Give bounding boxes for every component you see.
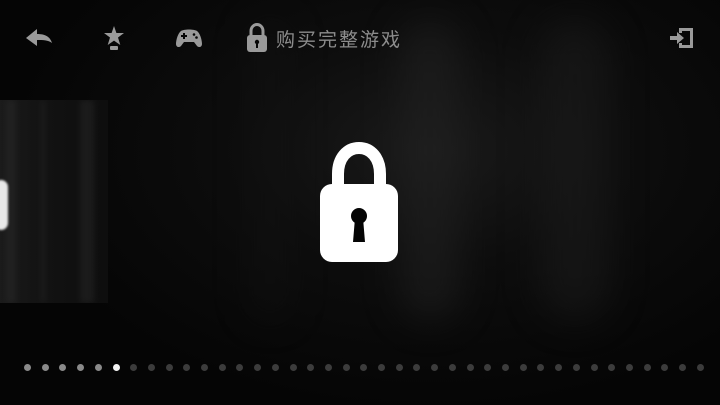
page-dot[interactable] <box>307 363 315 371</box>
page-dot[interactable] <box>643 363 651 371</box>
page-dot[interactable] <box>94 363 102 371</box>
gamepad-icon <box>175 27 203 49</box>
previous-level-thumbnail[interactable] <box>0 100 108 303</box>
level-page-indicator <box>24 363 704 371</box>
page-dot[interactable] <box>537 363 545 371</box>
lock-icon <box>246 23 268 53</box>
buy-full-game-label: 购买完整游戏 <box>276 28 403 51</box>
page-dot[interactable] <box>342 363 350 371</box>
level-locked-padlock-icon[interactable] <box>318 140 400 264</box>
page-dot[interactable] <box>679 363 687 371</box>
page-dot[interactable] <box>130 363 138 371</box>
level-select-screen: 购买完整游戏 <box>0 0 720 405</box>
page-dot[interactable] <box>165 363 173 371</box>
page-dot[interactable] <box>254 363 262 371</box>
thumbnail-tree <box>40 100 46 303</box>
page-dot[interactable] <box>431 363 439 371</box>
thumbnail-character <box>0 180 8 230</box>
background-light-streak <box>250 20 290 320</box>
page-dot[interactable] <box>183 363 191 371</box>
page-dot[interactable] <box>608 363 616 371</box>
buy-full-game-button[interactable]: 购买完整游戏 <box>246 22 436 54</box>
background-light-streak <box>540 20 610 320</box>
page-dot[interactable] <box>625 363 633 371</box>
page-dot[interactable] <box>360 363 368 371</box>
exit-button[interactable] <box>664 22 700 54</box>
page-dot[interactable] <box>59 363 67 371</box>
page-dot[interactable] <box>324 363 332 371</box>
page-dot[interactable] <box>271 363 279 371</box>
thumbnail-tree <box>80 100 94 303</box>
page-dot[interactable] <box>555 363 563 371</box>
star-icon <box>103 25 125 51</box>
page-dot[interactable] <box>413 363 421 371</box>
page-dot[interactable] <box>289 363 297 371</box>
page-dot[interactable] <box>661 363 669 371</box>
page-dot[interactable] <box>77 363 85 371</box>
page-dot[interactable] <box>395 363 403 371</box>
page-dot-current[interactable] <box>112 363 120 371</box>
page-dot[interactable] <box>41 363 49 371</box>
page-dot[interactable] <box>590 363 598 371</box>
page-dot[interactable] <box>519 363 527 371</box>
page-dot[interactable] <box>378 363 386 371</box>
achievements-button[interactable] <box>96 22 132 54</box>
page-dot[interactable] <box>24 363 31 371</box>
page-dot[interactable] <box>696 363 704 371</box>
page-dot[interactable] <box>572 363 580 371</box>
page-dot[interactable] <box>448 363 456 371</box>
background-light-streak <box>400 20 460 320</box>
page-dot[interactable] <box>147 363 155 371</box>
page-dot[interactable] <box>466 363 474 371</box>
controller-settings-button[interactable] <box>170 22 208 54</box>
page-dot[interactable] <box>484 363 492 371</box>
back-button[interactable] <box>20 22 58 54</box>
exit-icon <box>669 26 695 50</box>
page-dot[interactable] <box>201 363 209 371</box>
back-arrow-icon <box>24 27 54 49</box>
page-dot[interactable] <box>501 363 509 371</box>
page-dot[interactable] <box>218 363 226 371</box>
page-dot[interactable] <box>236 363 244 371</box>
